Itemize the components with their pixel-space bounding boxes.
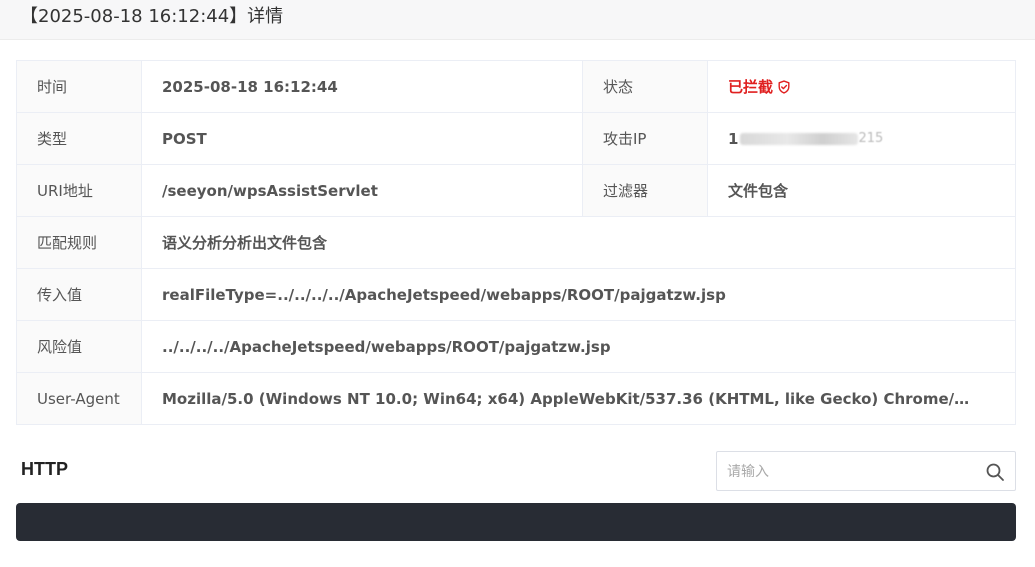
detail-row-type: 类型 POST 攻击IP 1 215 xyxy=(17,113,1015,165)
time-label: 时间 xyxy=(17,61,142,112)
status-label: 状态 xyxy=(583,61,708,112)
shield-check-icon xyxy=(778,79,790,94)
risk-label: 风险值 xyxy=(17,321,142,372)
ip-redacted: 1 215 xyxy=(728,130,883,148)
ip-visible-start: 1 xyxy=(728,129,739,148)
detail-row-user-agent: User-Agent Mozilla/5.0 (Windows NT 10.0;… xyxy=(17,373,1015,424)
http-section-title: HTTP xyxy=(21,459,68,479)
http-search-input[interactable] xyxy=(717,452,989,492)
input-value: realFileType=../../../../ApacheJetspeed/… xyxy=(162,285,726,304)
type-value: POST xyxy=(142,113,583,164)
page-header: 【2025-08-18 16:12:44】详情 xyxy=(0,0,1035,40)
search-icon[interactable] xyxy=(985,462,1005,482)
user-agent-value: Mozilla/5.0 (Windows NT 10.0; Win64; x64… xyxy=(162,389,972,408)
detail-row-input: 传入值 realFileType=../../../../ApacheJetsp… xyxy=(17,269,1015,321)
risk-value: ../../../../ApacheJetspeed/webapps/ROOT/… xyxy=(162,337,611,356)
detail-row-time: 时间 2025-08-18 16:12:44 状态 已拦截 xyxy=(17,61,1015,113)
uri-value: /seeyon/wpsAssistServlet xyxy=(142,165,583,216)
http-search-box[interactable] xyxy=(716,451,1016,492)
user-agent-value-cell: Mozilla/5.0 (Windows NT 10.0; Win64; x64… xyxy=(142,373,1015,424)
detail-row-uri: URI地址 /seeyon/wpsAssistServlet 过滤器 文件包含 xyxy=(17,165,1015,217)
page-title: 【2025-08-18 16:12:44】详情 xyxy=(20,6,284,27)
filter-label: 过滤器 xyxy=(583,165,708,216)
input-label: 传入值 xyxy=(17,269,142,320)
ip-redaction-blur xyxy=(740,132,859,145)
type-label: 类型 xyxy=(17,113,142,164)
detail-table: 时间 2025-08-18 16:12:44 状态 已拦截 类型 POST 攻击… xyxy=(16,60,1016,425)
http-request-code-block xyxy=(16,503,1016,541)
status-badge: 已拦截 xyxy=(728,76,791,97)
status-text: 已拦截 xyxy=(728,78,774,96)
filter-value: 文件包含 xyxy=(728,182,789,200)
user-agent-label: User-Agent xyxy=(17,373,142,424)
detail-row-rule: 匹配规则 语义分析分析出文件包含 xyxy=(17,217,1015,269)
ip-visible-end: 215 xyxy=(858,131,884,146)
uri-label: URI地址 xyxy=(17,165,142,216)
attack-ip-value: 1 215 xyxy=(708,113,1015,164)
detail-row-risk: 风险值 ../../../../ApacheJetspeed/webapps/R… xyxy=(17,321,1015,373)
rule-label: 匹配规则 xyxy=(17,217,142,268)
time-value: 2025-08-18 16:12:44 xyxy=(142,61,583,112)
rule-value: 语义分析分析出文件包含 xyxy=(162,234,328,252)
attack-ip-label: 攻击IP xyxy=(583,113,708,164)
status-value-cell: 已拦截 xyxy=(708,61,1015,112)
